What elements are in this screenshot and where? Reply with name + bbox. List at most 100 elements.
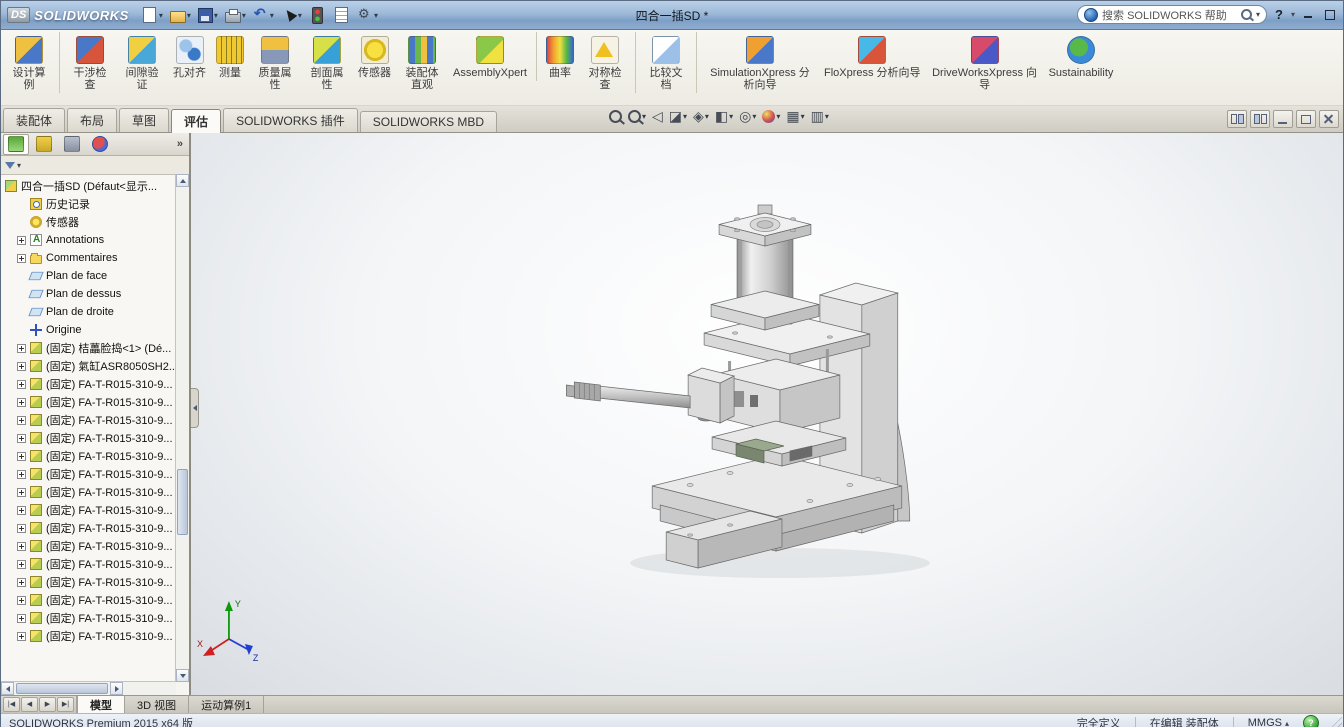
feature-tree-item[interactable]: Commentaires [1, 249, 175, 267]
view-toolbar-button[interactable] [609, 110, 622, 123]
ribbon-button[interactable]: 对称检查 [579, 32, 631, 93]
feature-tree-item[interactable]: (固定) 桔藟脸捣<1> (Dé... [1, 339, 175, 357]
ribbon-button[interactable]: FloXpress 分析向导 [819, 32, 926, 81]
ribbon-button[interactable]: 干涉检查 [59, 32, 116, 93]
feature-tree-item[interactable]: (固定) FA-T-R015-310-9... [1, 573, 175, 591]
search-magnifier-icon[interactable] [1241, 9, 1252, 20]
document-window-button[interactable] [1250, 110, 1270, 128]
ribbon-button[interactable]: 传感器 [353, 32, 396, 81]
ribbon-button[interactable]: 曲率 [536, 32, 579, 81]
ribbon-button[interactable]: Sustainability [1044, 32, 1119, 81]
feature-tree-item[interactable]: (固定) FA-T-R015-310-9... [1, 375, 175, 393]
tab-nav-button[interactable] [3, 697, 20, 712]
ribbon-button[interactable]: 质量属性 [249, 32, 301, 93]
view-toolbar-button[interactable]: ◪ [669, 109, 687, 123]
expand-toggle-icon[interactable] [17, 542, 26, 551]
scroll-down-button[interactable] [176, 669, 189, 682]
ribbon-button[interactable]: SimulationXpress 分析向导 [696, 32, 819, 93]
feature-tree-item[interactable]: (固定) FA-T-R015-310-9... [1, 609, 175, 627]
manager-tab[interactable] [87, 134, 113, 155]
document-window-button[interactable] [1273, 110, 1293, 128]
feature-tree-item[interactable]: 传感器 [1, 213, 175, 231]
quick-access-button[interactable] [307, 6, 328, 25]
expand-toggle-icon[interactable] [17, 470, 26, 479]
feature-tree-item[interactable]: (固定) FA-T-R015-310-9... [1, 393, 175, 411]
quick-access-button[interactable] [251, 6, 276, 24]
expand-toggle-icon[interactable] [17, 344, 26, 353]
expand-toggle-icon[interactable] [17, 434, 26, 443]
window-minimize-button[interactable] [1301, 8, 1316, 21]
view-toolbar-button[interactable]: ◧ [715, 109, 733, 123]
ribbon-button[interactable]: 间隙验证 [116, 32, 168, 93]
expand-toggle-icon[interactable] [17, 488, 26, 497]
filter-funnel-icon[interactable] [5, 162, 15, 169]
expand-toggle-icon[interactable] [17, 632, 26, 641]
expand-toggle-icon[interactable] [17, 362, 26, 371]
feature-tree-item[interactable]: (固定) 氣缸ASR8050SH2... [1, 357, 175, 375]
feature-tree-item[interactable]: (固定) FA-T-R015-310-9... [1, 465, 175, 483]
quick-access-button[interactable] [223, 6, 248, 24]
quick-access-button[interactable] [331, 6, 352, 24]
view-toolbar-button[interactable]: ▥ [811, 109, 829, 123]
view-toolbar-button[interactable]: ◈ [693, 109, 709, 123]
window-maximize-button[interactable] [1322, 8, 1337, 21]
panel-collapse-handle[interactable] [191, 388, 199, 428]
manager-tab[interactable] [59, 134, 85, 155]
expand-toggle-icon[interactable] [17, 236, 26, 245]
scroll-up-button[interactable] [176, 174, 189, 187]
ribbon-button[interactable]: 测量 [211, 32, 249, 81]
document-tab[interactable]: 运动算例1 [189, 696, 264, 713]
expand-toggle-icon[interactable] [17, 416, 26, 425]
feature-tree-item[interactable]: (固定) FA-T-R015-310-9... [1, 519, 175, 537]
feature-tree-item[interactable]: (固定) FA-T-R015-310-9... [1, 447, 175, 465]
expand-toggle-icon[interactable] [17, 380, 26, 389]
feature-tree-item[interactable]: 四合一插SD (Défaut<显示... [1, 177, 175, 195]
document-tab[interactable]: 模型 [77, 696, 125, 713]
feature-tree-item[interactable]: 历史记录 [1, 195, 175, 213]
view-toolbar-button[interactable] [628, 110, 646, 123]
units-selector[interactable]: MMGS ▴ [1248, 717, 1289, 727]
scroll-right-button[interactable] [110, 682, 123, 695]
3d-model[interactable]: Y X Z [191, 133, 1343, 695]
expand-toggle-icon[interactable] [17, 398, 26, 407]
tree-horizontal-scrollbar[interactable] [1, 681, 176, 695]
expand-toggle-icon[interactable] [17, 524, 26, 533]
command-tab[interactable]: 草图 [119, 108, 169, 132]
document-window-button[interactable] [1296, 110, 1316, 128]
ribbon-button[interactable]: 剖面属性 [301, 32, 353, 93]
manager-overflow-button[interactable]: » [177, 138, 183, 150]
quick-access-button[interactable] [168, 6, 193, 24]
view-toolbar-button[interactable]: ◁ [652, 109, 663, 123]
ribbon-button[interactable]: 装配体直观 [396, 32, 448, 93]
view-toolbar-button[interactable]: ▦ [786, 109, 804, 123]
document-window-button[interactable] [1319, 110, 1339, 128]
feature-tree-item[interactable]: Plan de dessus [1, 285, 175, 303]
tab-nav-button[interactable] [57, 697, 74, 712]
ribbon-button[interactable]: 孔对齐 [168, 32, 211, 81]
ribbon-button[interactable]: AssemblyXpert [448, 32, 532, 81]
feature-tree-item[interactable]: (固定) FA-T-R015-310-9... [1, 483, 175, 501]
tab-nav-button[interactable] [39, 697, 56, 712]
feature-tree-item[interactable]: (固定) FA-T-R015-310-9... [1, 537, 175, 555]
quick-access-button[interactable] [196, 6, 220, 24]
command-tab[interactable]: SOLIDWORKS 插件 [223, 108, 358, 132]
expand-toggle-icon[interactable] [17, 560, 26, 569]
filter-caret-icon[interactable]: ▾ [17, 161, 21, 170]
quick-access-button[interactable] [139, 6, 165, 24]
search-input[interactable]: 搜索 SOLIDWORKS 帮助 ▾ [1077, 5, 1267, 24]
ribbon-button[interactable]: DriveWorksXpress 向导 [926, 32, 1044, 93]
feature-tree-item[interactable]: Plan de face [1, 267, 175, 285]
ribbon-button[interactable]: 比较文档 [635, 32, 692, 93]
feature-tree-item[interactable]: (固定) FA-T-R015-310-9... [1, 627, 175, 645]
command-tab[interactable]: 评估 [171, 109, 221, 133]
feature-tree-item[interactable]: (固定) FA-T-R015-310-9... [1, 429, 175, 447]
expand-toggle-icon[interactable] [17, 614, 26, 623]
help-caret-icon[interactable]: ▾ [1291, 10, 1295, 19]
horizontal-scroll-thumb[interactable] [16, 683, 108, 694]
command-tab[interactable]: 装配体 [3, 108, 65, 132]
tab-nav-button[interactable] [21, 697, 38, 712]
view-toolbar-button[interactable]: ◎ [739, 109, 756, 123]
feature-tree-item[interactable]: (固定) FA-T-R015-310-9... [1, 591, 175, 609]
manager-tab[interactable] [3, 134, 29, 155]
quick-tips-help-icon[interactable]: ? [1303, 715, 1319, 727]
